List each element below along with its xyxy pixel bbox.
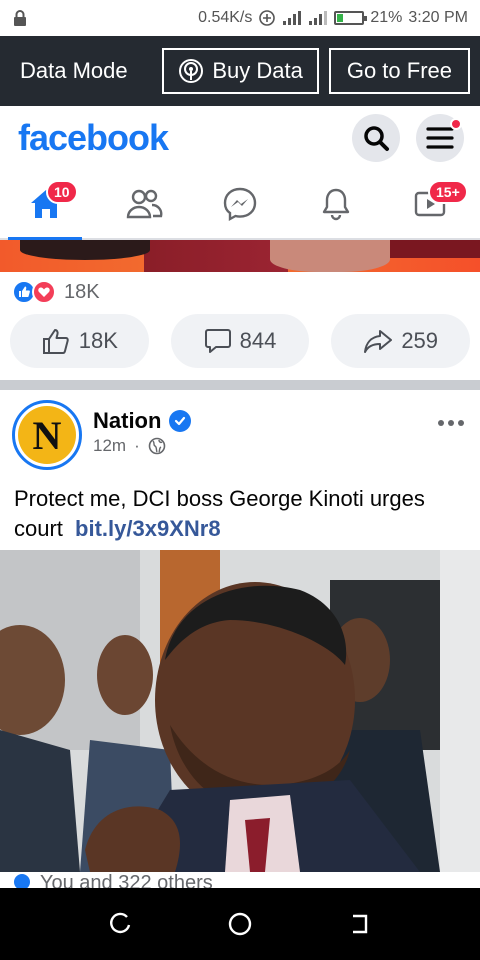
search-icon (364, 126, 389, 151)
menu-button[interactable] (416, 114, 464, 162)
facebook-header: facebook (0, 106, 480, 170)
go-to-free-button[interactable]: Go to Free (328, 48, 470, 94)
comment-button[interactable]: 844 (170, 314, 310, 368)
home-badge: 10 (46, 180, 78, 204)
signal-icon-1 (283, 11, 302, 25)
tab-messenger[interactable] (210, 182, 270, 226)
avatar-logo: N (18, 406, 76, 464)
tab-bar: 10 15+ (0, 170, 480, 240)
bell-icon (322, 188, 350, 221)
post-photo[interactable] (0, 550, 480, 872)
like-button[interactable]: 18K (10, 314, 149, 368)
share-button[interactable]: 259 (331, 314, 471, 368)
friends-icon (126, 189, 163, 219)
reaction-count: 18K (64, 280, 100, 303)
image-shape-1 (20, 240, 150, 260)
android-nav-bar (0, 888, 480, 960)
clock: 3:20 PM (408, 9, 468, 26)
post-link[interactable]: bit.ly/3x9XNr8 (75, 516, 221, 541)
share-count: 259 (401, 328, 439, 353)
page-name-text: Nation (93, 408, 162, 433)
comment-icon (204, 329, 231, 353)
messenger-icon (223, 187, 257, 222)
battery-percent: 21% (370, 9, 403, 26)
reactions-summary[interactable]: 18K (12, 278, 100, 306)
status-bar: 0.54K/s 21% 3:20 PM (0, 0, 480, 36)
more-options-icon[interactable] (436, 416, 466, 430)
love-reaction-icon (32, 280, 56, 304)
tab-home[interactable]: 10 (16, 180, 78, 226)
data-saver-icon (259, 10, 276, 26)
signal-icon-2 (309, 11, 328, 25)
image-shape-2 (270, 240, 390, 272)
menu-notification-dot (450, 118, 462, 130)
post-text: Protect me, DCI boss George Kinoti urges… (14, 484, 470, 544)
network-speed: 0.54K/s (198, 9, 253, 26)
previous-post-image[interactable] (0, 240, 480, 272)
data-mode-label: Data Mode (20, 58, 128, 83)
photo-illustration (0, 550, 480, 872)
share-icon (364, 330, 393, 353)
buy-data-label: Buy Data (212, 58, 303, 83)
tab-friends[interactable] (114, 182, 174, 226)
battery-icon (334, 11, 368, 25)
facebook-logo[interactable]: facebook (18, 117, 336, 159)
battery-fill (337, 14, 343, 22)
status-right: 0.54K/s 21% 3:20 PM (198, 9, 468, 27)
tab-notifications[interactable] (306, 182, 366, 226)
feed-separator (0, 380, 480, 390)
meta-dot: · (134, 436, 140, 455)
hamburger-menu-icon (426, 127, 454, 149)
post-meta: 12m · (93, 436, 166, 456)
recent-apps-icon[interactable] (107, 911, 133, 937)
comment-count: 844 (239, 328, 277, 353)
page-avatar[interactable]: N (12, 400, 82, 470)
buy-data-button[interactable]: Buy Data (162, 48, 319, 94)
post-time[interactable]: 12m (93, 436, 126, 456)
verified-badge-icon (169, 410, 192, 432)
post-actions: 18K 844 259 (0, 314, 480, 370)
post-header: N Nation 12m · (0, 398, 480, 478)
thumbs-up-icon (42, 329, 69, 354)
data-mode-bar: Data Mode Buy Data Go to Free (0, 36, 480, 106)
tab-watch[interactable]: 15+ (400, 180, 468, 226)
globe-icon (148, 437, 166, 455)
like-count: 18K (78, 328, 118, 353)
go-to-free-label: Go to Free (346, 58, 452, 83)
search-button[interactable] (352, 114, 400, 162)
broadcast-icon (179, 59, 204, 83)
watch-badge: 15+ (428, 180, 468, 204)
back-nav-icon[interactable] (347, 911, 373, 937)
lock-icon (14, 10, 26, 26)
home-nav-icon[interactable] (226, 910, 254, 938)
page-name[interactable]: Nation (93, 408, 192, 434)
image-shape-3 (390, 240, 480, 258)
